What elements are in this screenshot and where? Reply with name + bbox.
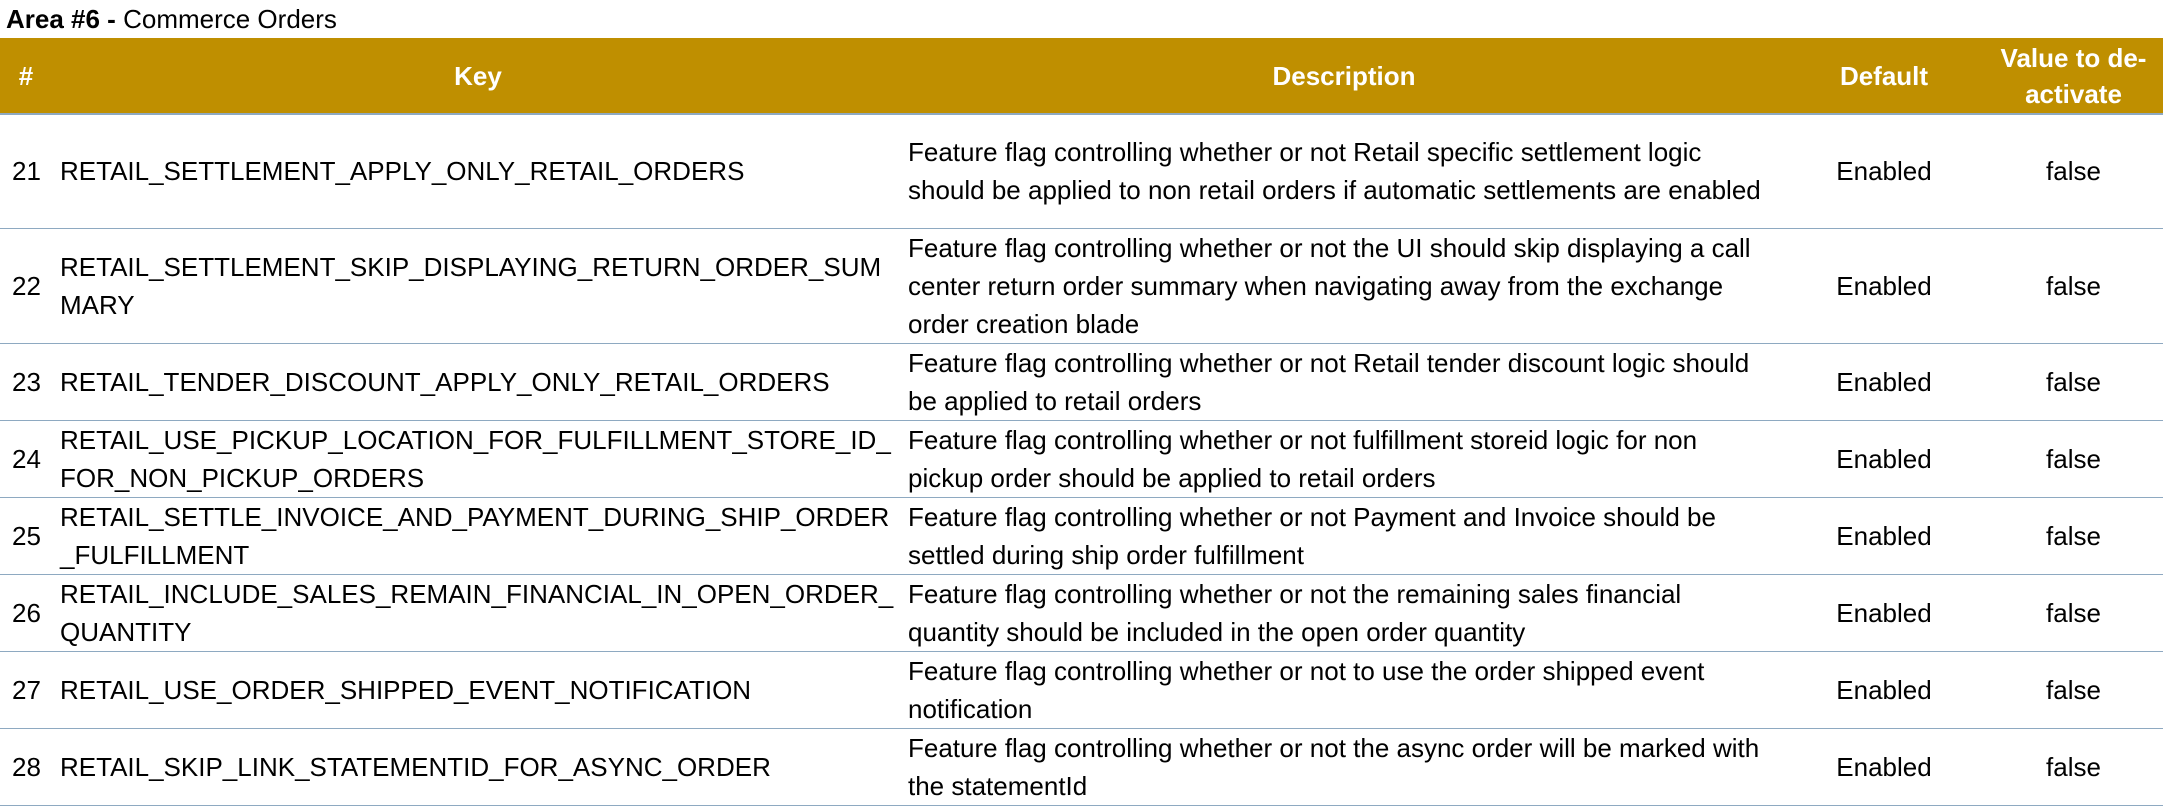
row-key: RETAIL_SETTLEMENT_APPLY_ONLY_RETAIL_ORDE… (52, 114, 904, 229)
table-row: 23 RETAIL_TENDER_DISCOUNT_APPLY_ONLY_RET… (0, 343, 2163, 421)
row-description: Feature flag controlling whether or not … (904, 497, 1784, 575)
area-title: Area #6 - Commerce Orders (6, 4, 337, 34)
row-key: RETAIL_SETTLE_INVOICE_AND_PAYMENT_DURING… (52, 497, 904, 575)
table-row: 28 RETAIL_SKIP_LINK_STATEMENTID_FOR_ASYN… (0, 728, 2163, 806)
row-default: Enabled (1784, 114, 1984, 229)
row-description: Feature flag controlling whether or not … (904, 728, 1784, 806)
row-description: Feature flag controlling whether or not … (904, 420, 1784, 498)
row-value: false (1984, 651, 2163, 729)
row-key: RETAIL_USE_PICKUP_LOCATION_FOR_FULFILLME… (52, 420, 904, 498)
header-description: Description (904, 38, 1784, 115)
table-row: 21 RETAIL_SETTLEMENT_APPLY_ONLY_RETAIL_O… (0, 114, 2163, 229)
table-row: 27 RETAIL_USE_ORDER_SHIPPED_EVENT_NOTIFI… (0, 651, 2163, 729)
row-key: RETAIL_SKIP_LINK_STATEMENTID_FOR_ASYNC_O… (52, 728, 904, 806)
row-value: false (1984, 497, 2163, 575)
row-number: 25 (0, 497, 52, 575)
row-description: Feature flag controlling whether or not … (904, 228, 1784, 344)
row-value: false (1984, 343, 2163, 421)
row-value: false (1984, 728, 2163, 806)
area-label: Area #6 - (6, 4, 116, 34)
table-body: 21 RETAIL_SETTLEMENT_APPLY_ONLY_RETAIL_O… (0, 114, 2163, 806)
row-number: 27 (0, 651, 52, 729)
header-value: Value to de-activate (1984, 38, 2163, 115)
row-default: Enabled (1784, 728, 1984, 806)
row-default: Enabled (1784, 420, 1984, 498)
header-default: Default (1784, 38, 1984, 115)
row-number: 23 (0, 343, 52, 421)
row-default: Enabled (1784, 574, 1984, 652)
table-row: 26 RETAIL_INCLUDE_SALES_REMAIN_FINANCIAL… (0, 574, 2163, 652)
feature-flags-table: # Key Description Default Value to de-ac… (0, 38, 2163, 806)
row-description: Feature flag controlling whether or not … (904, 343, 1784, 421)
row-key: RETAIL_USE_ORDER_SHIPPED_EVENT_NOTIFICAT… (52, 651, 904, 729)
row-value: false (1984, 574, 2163, 652)
row-value: false (1984, 228, 2163, 344)
header-num: # (0, 38, 52, 115)
row-key: RETAIL_SETTLEMENT_SKIP_DISPLAYING_RETURN… (52, 228, 904, 344)
row-number: 26 (0, 574, 52, 652)
table-row: 25 RETAIL_SETTLE_INVOICE_AND_PAYMENT_DUR… (0, 497, 2163, 575)
row-default: Enabled (1784, 228, 1984, 344)
row-number: 24 (0, 420, 52, 498)
row-number: 28 (0, 728, 52, 806)
row-default: Enabled (1784, 497, 1984, 575)
table-row: 24 RETAIL_USE_PICKUP_LOCATION_FOR_FULFIL… (0, 420, 2163, 498)
header-key: Key (52, 38, 904, 115)
row-description: Feature flag controlling whether or not … (904, 651, 1784, 729)
row-default: Enabled (1784, 343, 1984, 421)
row-value: false (1984, 420, 2163, 498)
row-description: Feature flag controlling whether or not … (904, 114, 1784, 229)
table-header: # Key Description Default Value to de-ac… (0, 38, 2163, 115)
row-key: RETAIL_TENDER_DISCOUNT_APPLY_ONLY_RETAIL… (52, 343, 904, 421)
row-description: Feature flag controlling whether or not … (904, 574, 1784, 652)
row-number: 22 (0, 228, 52, 344)
row-key: RETAIL_INCLUDE_SALES_REMAIN_FINANCIAL_IN… (52, 574, 904, 652)
row-number: 21 (0, 114, 52, 229)
page: Area #6 - Commerce Orders # Key Descript… (0, 0, 2163, 806)
header-row: # Key Description Default Value to de-ac… (0, 38, 2163, 115)
area-name: Commerce Orders (123, 4, 337, 34)
row-default: Enabled (1784, 651, 1984, 729)
table-row: 22 RETAIL_SETTLEMENT_SKIP_DISPLAYING_RET… (0, 228, 2163, 344)
row-value: false (1984, 114, 2163, 229)
